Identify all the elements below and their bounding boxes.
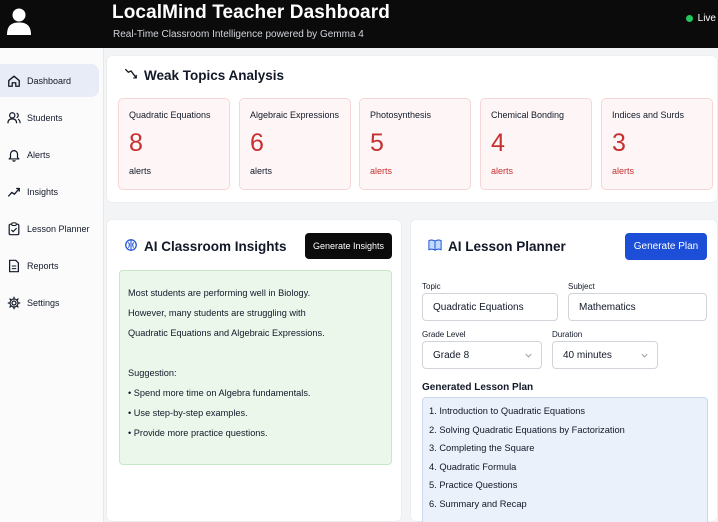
insight-line: Suggestion: bbox=[128, 368, 177, 378]
insights-output: Most students are performing well in Bio… bbox=[119, 270, 392, 465]
generate-plan-button[interactable]: Generate Plan bbox=[625, 233, 707, 260]
plan-item: 3. Completing the Square bbox=[429, 443, 535, 454]
topic-card[interactable]: Quadratic Equations 8 alerts bbox=[118, 98, 230, 190]
plan-item: 5. Practice Questions bbox=[429, 480, 518, 491]
topic-alert-unit: alerts bbox=[612, 166, 635, 176]
app-title: LocalMind Teacher Dashboard bbox=[112, 2, 390, 23]
topic-input-value: Quadratic Equations bbox=[433, 301, 524, 313]
sidebar-item-lesson-planner[interactable]: Lesson Planner bbox=[0, 212, 99, 245]
top-header: LocalMind Teacher Dashboard Real-Time Cl… bbox=[0, 0, 718, 48]
sidebar-item-dashboard[interactable]: Dashboard bbox=[0, 64, 99, 97]
insight-line: • Provide more practice questions. bbox=[128, 428, 268, 438]
insights-panel: AI Classroom Insights Generate Insights … bbox=[106, 219, 402, 522]
sidebar-item-alerts[interactable]: Alerts bbox=[0, 138, 99, 171]
topic-alert-count: 5 bbox=[370, 129, 384, 157]
bell-icon bbox=[7, 148, 21, 162]
topic-name: Indices and Surds bbox=[612, 110, 685, 120]
subject-input-value: Mathematics bbox=[579, 301, 636, 313]
topic-name: Chemical Bonding bbox=[491, 110, 565, 120]
sidebar-item-label: Insights bbox=[27, 186, 59, 197]
generate-insights-button[interactable]: Generate Insights bbox=[305, 233, 392, 259]
live-status-label: Live bbox=[697, 13, 716, 24]
grade-level-label: Grade Level bbox=[422, 330, 466, 339]
insight-line: Most students are performing well in Bio… bbox=[128, 288, 311, 298]
user-avatar-icon[interactable] bbox=[7, 7, 31, 35]
planner-title-label: AI Lesson Planner bbox=[448, 239, 566, 254]
sidebar-item-reports[interactable]: Reports bbox=[0, 249, 99, 282]
grade-level-value: Grade 8 bbox=[433, 349, 470, 361]
topic-input[interactable]: Quadratic Equations bbox=[422, 293, 558, 321]
live-status: Live bbox=[685, 13, 716, 24]
topic-alert-unit: alerts bbox=[250, 166, 273, 176]
document-icon bbox=[7, 259, 21, 273]
sidebar: Dashboard Students Alerts Insights Lesso… bbox=[0, 48, 104, 522]
topic-card[interactable]: Photosynthesis 5 alerts bbox=[359, 98, 471, 190]
topic-alert-count: 3 bbox=[612, 129, 626, 157]
plan-item: 6. Summary and Recap bbox=[429, 498, 527, 509]
plan-item: 2. Solving Quadratic Equations by Factor… bbox=[429, 424, 625, 435]
insight-line: Quadratic Equations and Algebraic Expres… bbox=[128, 328, 325, 338]
home-icon bbox=[7, 74, 21, 88]
sidebar-item-label: Dashboard bbox=[27, 75, 72, 86]
insight-line bbox=[128, 343, 383, 363]
topic-card[interactable]: Chemical Bonding 4 alerts bbox=[480, 98, 592, 190]
topic-card[interactable]: Indices and Surds 3 alerts bbox=[601, 98, 713, 190]
sidebar-item-students[interactable]: Students bbox=[0, 101, 99, 134]
insight-line: • Spend more time on Algebra fundamental… bbox=[128, 388, 311, 398]
topic-label: Topic bbox=[422, 282, 441, 291]
weak-topics-panel: Weak Topics Analysis Quadratic Equations… bbox=[106, 55, 718, 203]
sidebar-item-label: Students bbox=[27, 112, 63, 123]
insights-title-label: AI Classroom Insights bbox=[144, 239, 287, 254]
weak-topics-title-label: Weak Topics Analysis bbox=[144, 68, 285, 83]
trend-icon bbox=[7, 185, 21, 199]
topic-name: Algebraic Expressions bbox=[250, 110, 340, 120]
topic-card[interactable]: Algebraic Expressions 6 alerts bbox=[239, 98, 351, 190]
sidebar-item-settings[interactable]: Settings bbox=[0, 286, 99, 319]
chevron-down-icon bbox=[524, 351, 533, 360]
weak-topics-title: Weak Topics Analysis bbox=[124, 67, 284, 84]
sidebar-item-insights[interactable]: Insights bbox=[0, 175, 99, 208]
topic-alert-unit: alerts bbox=[491, 166, 514, 176]
topic-alert-count: 6 bbox=[250, 129, 264, 157]
sidebar-item-label: Lesson Planner bbox=[27, 223, 90, 234]
insights-title: AI Classroom Insights bbox=[124, 238, 287, 255]
trend-down-icon bbox=[124, 67, 138, 84]
sidebar-item-label: Alerts bbox=[27, 149, 51, 160]
topic-name: Photosynthesis bbox=[370, 110, 432, 120]
sidebar-item-label: Reports bbox=[27, 260, 59, 271]
generated-plan-output: 1. Introduction to Quadratic Equations 2… bbox=[422, 397, 708, 522]
planner-title: AI Lesson Planner bbox=[428, 238, 566, 255]
topic-alert-count: 4 bbox=[491, 129, 505, 157]
app-subtitle: Real-Time Classroom Intelligence powered… bbox=[113, 29, 364, 40]
duration-label: Duration bbox=[552, 330, 583, 339]
subject-input[interactable]: Mathematics bbox=[568, 293, 707, 321]
live-dot-icon bbox=[685, 15, 693, 22]
chevron-down-icon bbox=[640, 351, 649, 360]
insight-line: • Use step-by-step examples. bbox=[128, 408, 248, 418]
clipboard-icon bbox=[7, 221, 21, 236]
plan-item: 1. Introduction to Quadratic Equations bbox=[429, 406, 586, 417]
lesson-planner-panel: AI Lesson Planner Generate Plan Topic Qu… bbox=[410, 219, 718, 522]
sidebar-item-label: Settings bbox=[27, 297, 60, 308]
duration-select[interactable]: 40 minutes bbox=[552, 341, 658, 369]
generated-plan-title: Generated Lesson Plan bbox=[422, 382, 534, 393]
topic-alert-count: 8 bbox=[129, 129, 143, 157]
users-icon bbox=[7, 111, 21, 125]
plan-item: 4. Quadratic Formula bbox=[429, 461, 517, 472]
insight-line: However, many students are struggling wi… bbox=[128, 308, 306, 318]
brain-icon bbox=[124, 238, 138, 255]
subject-label: Subject bbox=[568, 282, 595, 291]
topic-name: Quadratic Equations bbox=[129, 110, 211, 120]
grade-level-select[interactable]: Grade 8 bbox=[422, 341, 542, 369]
topic-alert-unit: alerts bbox=[129, 166, 152, 176]
gear-icon bbox=[7, 296, 21, 310]
duration-value: 40 minutes bbox=[563, 349, 612, 361]
topic-alert-unit: alerts bbox=[370, 166, 393, 176]
book-icon bbox=[428, 238, 442, 255]
